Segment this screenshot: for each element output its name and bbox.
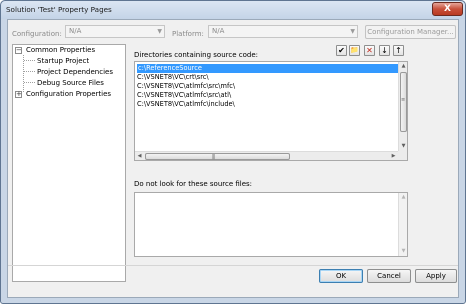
horizontal-scrollbar[interactable]: ◀ ||| ▶ bbox=[135, 151, 398, 160]
close-button[interactable]: X bbox=[432, 2, 463, 16]
list-item[interactable]: C:\VSNET8\VC\crt\src\ bbox=[137, 73, 209, 82]
source-dirs-label: Directories containing source code: bbox=[134, 51, 258, 59]
chevron-down-icon: ▼ bbox=[157, 28, 162, 35]
source-dirs-list[interactable]: c:\ReferenceSource C:\VSNET8\VC\crt\src\… bbox=[134, 61, 408, 161]
platform-label: Platform: bbox=[172, 30, 204, 38]
delete-icon[interactable]: ✕ bbox=[364, 45, 375, 56]
window-title: Solution 'Test' Property Pages bbox=[6, 5, 112, 14]
tree-connector bbox=[24, 71, 35, 72]
scroll-left-icon[interactable]: ◀ bbox=[135, 152, 144, 161]
move-up-icon[interactable]: ↑ bbox=[393, 45, 404, 56]
scroll-thumb[interactable]: ≡ bbox=[400, 72, 407, 132]
tree-connector bbox=[24, 82, 35, 83]
configuration-manager-button: Configuration Manager... bbox=[365, 25, 456, 39]
divider bbox=[8, 265, 458, 266]
new-folder-icon[interactable]: 📁 bbox=[349, 45, 360, 56]
list-item[interactable]: c:\ReferenceSource bbox=[137, 64, 398, 73]
scroll-down-icon[interactable]: ▼ bbox=[399, 142, 408, 151]
scroll-thumb[interactable]: ||| bbox=[145, 153, 290, 160]
configuration-label: Configuration: bbox=[12, 30, 62, 38]
platform-combo: N/A ▼ bbox=[208, 25, 358, 38]
tree-item-debug-source-files[interactable]: Debug Source Files bbox=[37, 79, 104, 87]
exclude-files-label: Do not look for these source files: bbox=[134, 180, 253, 188]
chevron-down-icon: ▼ bbox=[350, 28, 355, 35]
tree-connector bbox=[24, 60, 35, 61]
scroll-up-icon: ▲ bbox=[401, 194, 406, 200]
tree-item-configuration-properties[interactable]: Configuration Properties bbox=[26, 90, 111, 98]
vertical-scrollbar[interactable]: ▲ ≡ ▼ bbox=[398, 62, 407, 151]
tree-item-project-dependencies[interactable]: Project Dependencies bbox=[37, 68, 113, 76]
property-pages-window: Solution 'Test' Property Pages X Configu… bbox=[0, 0, 466, 304]
configuration-value: N/A bbox=[69, 27, 82, 35]
dialog-client-area: Configuration: N/A ▼ Platform: N/A ▼ Con… bbox=[7, 19, 459, 298]
grip-icon: ||| bbox=[212, 154, 215, 160]
ok-button[interactable]: OK bbox=[319, 269, 363, 283]
list-item[interactable]: C:\VSNET8\VC\atlmfc\src\atl\ bbox=[137, 91, 231, 100]
grip-icon: ≡ bbox=[401, 97, 405, 103]
apply-button[interactable]: Apply bbox=[415, 269, 457, 283]
scrollbar-corner bbox=[398, 151, 407, 160]
scroll-up-icon[interactable]: ▲ bbox=[399, 62, 408, 71]
scroll-down-icon: ▼ bbox=[401, 248, 406, 254]
tree-item-common-properties[interactable]: Common Properties bbox=[26, 46, 95, 54]
list-item[interactable]: C:\VSNET8\VC\atlmfc\include\ bbox=[137, 100, 235, 109]
configuration-combo: N/A ▼ bbox=[65, 25, 165, 38]
check-icon[interactable]: ✔ bbox=[336, 45, 347, 56]
title-bar[interactable]: Solution 'Test' Property Pages X bbox=[1, 1, 465, 19]
platform-value: N/A bbox=[212, 27, 225, 35]
tree-item-startup-project[interactable]: Startup Project bbox=[37, 57, 89, 65]
cancel-button[interactable]: Cancel bbox=[367, 269, 411, 283]
property-tree: − Common Properties Startup Project Proj… bbox=[12, 44, 126, 282]
expand-icon[interactable]: + bbox=[15, 91, 22, 98]
collapse-icon[interactable]: − bbox=[15, 47, 22, 54]
exclude-files-list[interactable]: ▲ ▼ bbox=[134, 192, 408, 257]
move-down-icon[interactable]: ↓ bbox=[379, 45, 390, 56]
scroll-right-icon[interactable]: ▶ bbox=[389, 152, 398, 161]
list-item[interactable]: C:\VSNET8\VC\atlmfc\src\mfc\ bbox=[137, 82, 235, 91]
vertical-scrollbar: ▲ ▼ bbox=[398, 193, 407, 256]
